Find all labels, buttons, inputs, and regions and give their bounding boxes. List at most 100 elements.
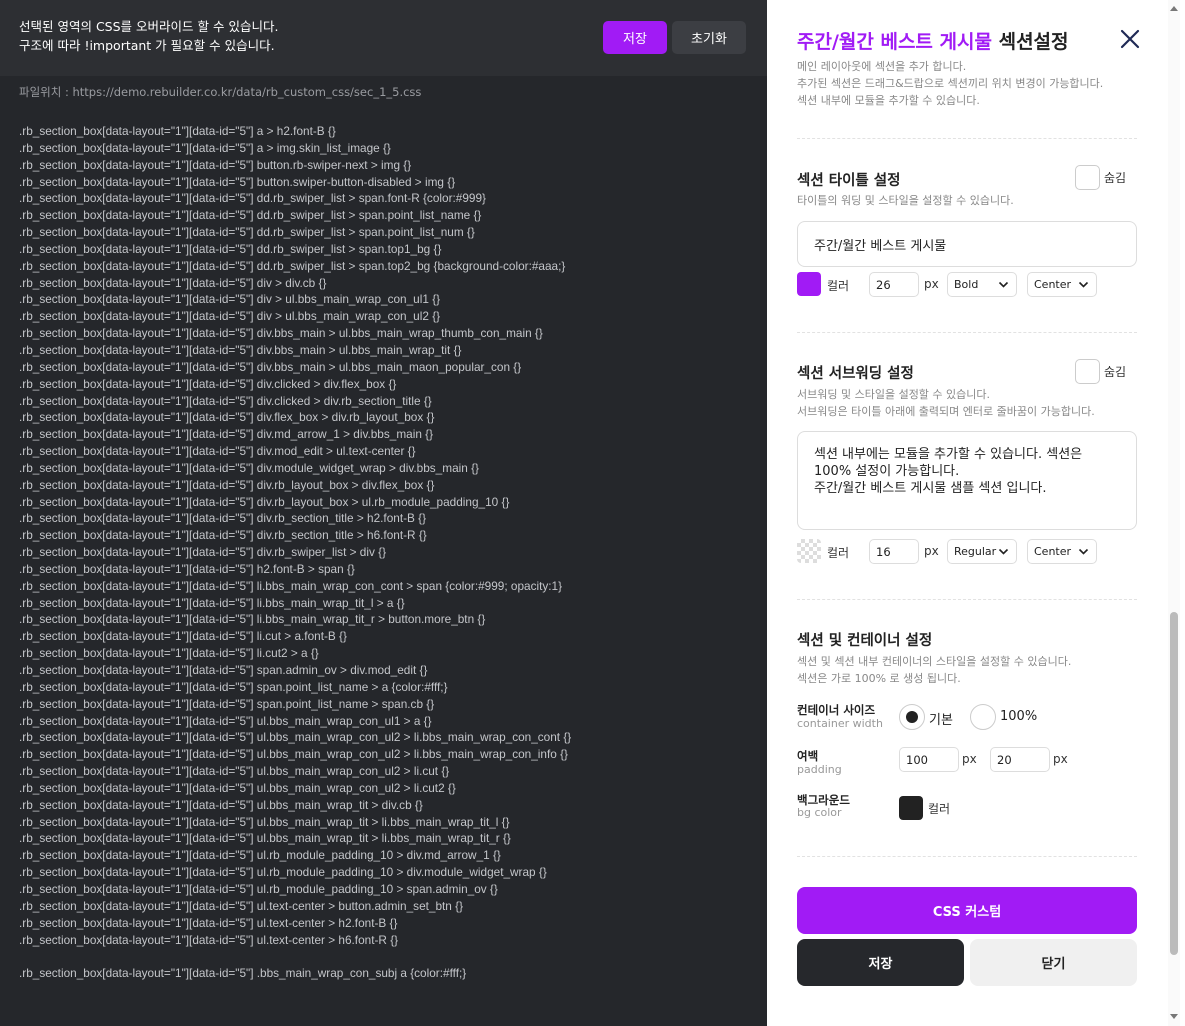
container-size-label: 컨테이너 사이즈: [797, 703, 876, 717]
title-align-value: Center: [1034, 278, 1072, 291]
css-custom-button[interactable]: CSS 커스텀: [797, 887, 1137, 934]
code-line: .rb_section_box[data-layout="1"][data-id…: [19, 241, 442, 256]
container-settings-heading: 섹션 및 컨테이너 설정: [797, 633, 933, 649]
file-path: 파일위치 : https://demo.rebuilder.co.kr/data…: [19, 85, 422, 99]
code-line: .rb_section_box[data-layout="1"][data-id…: [19, 764, 450, 779]
editor-save-button[interactable]: 저장: [603, 21, 667, 54]
code-line: .rb_section_box[data-layout="1"][data-id…: [19, 528, 427, 543]
code-line: .rb_section_box[data-layout="1"][data-id…: [19, 157, 412, 172]
panel-title-rest: 섹션설정: [991, 31, 1069, 53]
code-line: .rb_section_box[data-layout="1"][data-id…: [19, 410, 435, 425]
subtitle-text-line: 섹션 내부에는 모듈을 추가할 수 있습니다. 섹션은 100% 설정이 가능합…: [814, 447, 1083, 479]
code-line: .rb_section_box[data-layout="1"][data-id…: [19, 814, 510, 829]
close-button[interactable]: 닫기: [970, 939, 1137, 986]
subtitle-color-swatch[interactable]: [797, 539, 821, 563]
code-line: .rb_section_box[data-layout="1"][data-id…: [19, 477, 435, 492]
code-line: .rb_section_box[data-layout="1"][data-id…: [19, 915, 398, 930]
divider: [797, 856, 1137, 857]
padding-label: 여백: [797, 749, 819, 763]
title-hide-checkbox[interactable]: [1075, 165, 1100, 190]
code-line: .rb_section_box[data-layout="1"][data-id…: [19, 494, 510, 509]
panel-description: 메인 레이아웃에 섹션을 추가 합니다. 추가된 섹션은 드래그&드랍으로 섹션…: [797, 58, 1103, 109]
divider: [797, 332, 1137, 333]
divider: [797, 138, 1137, 139]
padding-input-1[interactable]: 100: [899, 747, 959, 772]
code-line: .rb_section_box[data-layout="1"][data-id…: [19, 663, 428, 677]
code-line: .rb_section_box[data-layout="1"][data-id…: [19, 898, 464, 913]
scroll-down-arrow-icon[interactable]: [1170, 1014, 1178, 1019]
title-size-input[interactable]: 26: [869, 272, 919, 297]
save-button[interactable]: 저장: [797, 939, 964, 986]
code-line: .rb_section_box[data-layout="1"][data-id…: [19, 612, 486, 627]
code-line: .rb_section_box[data-layout="1"][data-id…: [19, 309, 441, 324]
title-settings-heading: 섹션 타이틀 설정: [797, 173, 901, 189]
css-code-textarea[interactable]: .rb_section_box[data-layout="1"][data-id…: [19, 123, 759, 982]
code-line: .rb_section_box[data-layout="1"][data-id…: [19, 342, 462, 357]
editor-reset-button[interactable]: 초기화: [672, 21, 746, 54]
code-line: .rb_section_box[data-layout="1"][data-id…: [19, 679, 448, 694]
title-text-input[interactable]: 주간/월간 베스트 게시물: [797, 221, 1137, 267]
code-line: .rb_section_box[data-layout="1"][data-id…: [19, 191, 486, 206]
scrollbar-thumb[interactable]: [1170, 612, 1178, 955]
title-size-unit: px: [924, 277, 939, 291]
subtitle-size-input[interactable]: 16: [869, 539, 919, 564]
code-line: .rb_section_box[data-layout="1"][data-id…: [19, 124, 336, 138]
code-line: .rb_section_box[data-layout="1"][data-id…: [19, 595, 405, 610]
subtitle-settings-desc: 서브워딩 및 스타일을 설정할 수 있습니다. 서브워딩은 타이틀 아래에 출력…: [797, 386, 1095, 420]
code-line: .rb_section_box[data-layout="1"][data-id…: [19, 578, 563, 593]
notice-line-1: 선택된 영역의 CSS를 오버라이드 할 수 있습니다.: [19, 19, 279, 34]
close-icon[interactable]: [1119, 28, 1141, 50]
code-line: .rb_section_box[data-layout="1"][data-id…: [19, 848, 501, 863]
container-basic-label: 기본: [929, 713, 953, 728]
subtitle-color-label: 컬러: [827, 546, 850, 560]
subtitle-align-select[interactable]: Center: [1027, 539, 1097, 564]
code-line: .rb_section_box[data-layout="1"][data-id…: [19, 747, 568, 762]
bg-sublabel: bg color: [797, 806, 842, 819]
code-line: .rb_section_box[data-layout="1"][data-id…: [19, 359, 522, 374]
subtitle-weight-select[interactable]: Regular: [947, 539, 1017, 564]
title-color-swatch[interactable]: [797, 272, 821, 296]
divider: [797, 599, 1137, 600]
subtitle-settings-heading: 섹션 서브워딩 설정: [797, 366, 914, 382]
code-line: .rb_section_box[data-layout="1"][data-id…: [19, 444, 416, 459]
code-line: .rb_section_box[data-layout="1"][data-id…: [19, 713, 432, 728]
padding-unit-1: px: [962, 752, 977, 766]
padding-input-2[interactable]: 20: [990, 747, 1050, 772]
title-hide-label: 숨김: [1104, 171, 1127, 185]
title-align-select[interactable]: Center: [1027, 272, 1097, 297]
code-line: .rb_section_box[data-layout="1"][data-id…: [19, 427, 434, 442]
container-basic-radio[interactable]: [899, 704, 925, 730]
code-line: .rb_section_box[data-layout="1"][data-id…: [19, 275, 327, 290]
container-full-radio[interactable]: [970, 704, 996, 730]
subtitle-textarea[interactable]: 섹션 내부에는 모듈을 추가할 수 있습니다. 섹션은 100% 설정이 가능합…: [797, 431, 1137, 530]
code-line: .rb_section_box[data-layout="1"][data-id…: [19, 629, 347, 644]
code-line: .rb_section_box[data-layout="1"][data-id…: [19, 865, 547, 880]
title-settings-desc: 타이틀의 워딩 및 스타일을 설정할 수 있습니다.: [797, 194, 1014, 207]
bg-color-label: 컬러: [928, 802, 951, 816]
code-line: .rb_section_box[data-layout="1"][data-id…: [19, 696, 435, 711]
code-line: .rb_section_box[data-layout="1"][data-id…: [19, 831, 511, 846]
subtitle-desc-line: 서브워딩은 타이틀 아래에 출력되며 엔터로 줄바꿈이 가능합니다.: [797, 405, 1095, 418]
code-line: .rb_section_box[data-layout="1"][data-id…: [19, 545, 387, 560]
subtitle-text-line: 주간/월간 베스트 게시물 샘플 섹션 입니다.: [814, 481, 1047, 496]
code-line: .rb_section_box[data-layout="1"][data-id…: [19, 292, 441, 307]
subtitle-hide-checkbox[interactable]: [1075, 359, 1100, 384]
container-settings-desc: 섹션 및 섹션 내부 컨테이너의 스타일을 설정할 수 있습니다. 섹션은 가로…: [797, 653, 1071, 687]
code-line: .rb_section_box[data-layout="1"][data-id…: [19, 258, 566, 273]
subtitle-weight-value: Regular: [954, 545, 997, 558]
scroll-up-arrow-icon[interactable]: [1170, 6, 1178, 11]
container-desc-line: 섹션은 가로 100% 로 생성 됩니다.: [797, 672, 961, 685]
code-line: .rb_section_box[data-layout="1"][data-id…: [19, 797, 423, 812]
padding-unit-2: px: [1053, 752, 1068, 766]
code-line: .rb_section_box[data-layout="1"][data-id…: [19, 561, 355, 576]
code-line: .rb_section_box[data-layout="1"][data-id…: [19, 208, 482, 223]
panel-desc-line: 메인 레이아웃에 섹션을 추가 합니다.: [797, 60, 967, 73]
subtitle-hide-label: 숨김: [1104, 365, 1127, 379]
container-desc-line: 섹션 및 섹션 내부 컨테이너의 스타일을 설정할 수 있습니다.: [797, 655, 1072, 668]
chevron-down-icon: [1078, 548, 1089, 555]
code-line: .rb_section_box[data-layout="1"][data-id…: [19, 326, 543, 341]
container-size-sublabel: container width: [797, 717, 883, 730]
bg-color-swatch[interactable]: [899, 796, 923, 820]
code-line: .rb_section_box[data-layout="1"][data-id…: [19, 932, 399, 947]
title-weight-select[interactable]: Bold: [947, 272, 1017, 297]
